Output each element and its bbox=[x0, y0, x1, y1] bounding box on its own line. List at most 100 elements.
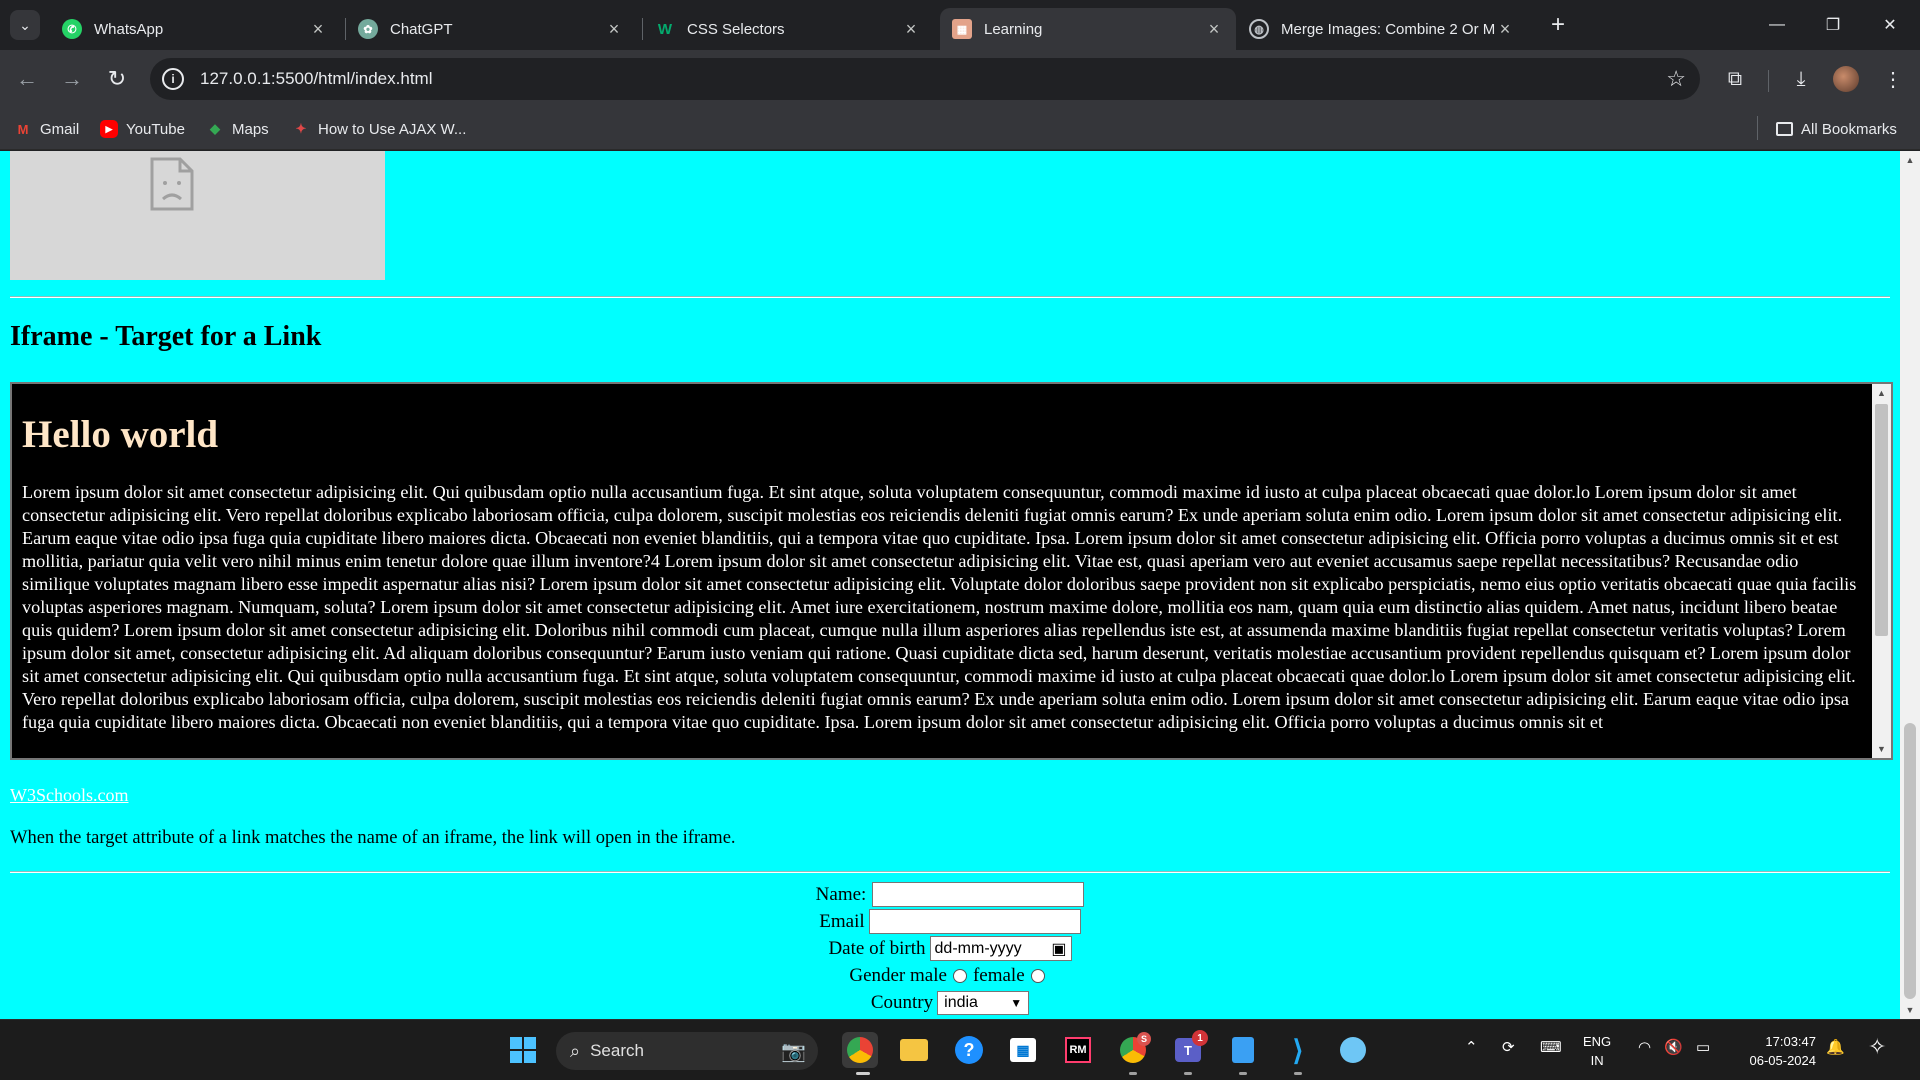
address-bar[interactable]: i 127.0.0.1:5500/html/index.html ☆ bbox=[150, 58, 1700, 100]
iframe-description: When the target attribute of a link matc… bbox=[10, 828, 736, 848]
w3schools-link[interactable]: W3Schools.com bbox=[10, 785, 129, 806]
chevron-down-icon: ⌄ bbox=[19, 16, 31, 33]
taskbar-vscode[interactable]: ⟩ bbox=[1280, 1032, 1316, 1068]
new-tab-button[interactable]: + bbox=[1543, 10, 1573, 40]
tab-learning[interactable]: ▦ Learning × bbox=[940, 8, 1236, 50]
tab-strip: ⌄ ✆ WhatsApp × ✿ ChatGPT × W CSS Selecto… bbox=[0, 0, 1920, 50]
vscode-icon: ⟩ bbox=[1292, 1034, 1304, 1066]
search-highlight-icon: 📷 bbox=[781, 1040, 806, 1063]
iframe-title: Hello world bbox=[22, 413, 219, 456]
arrow-right-icon: → bbox=[61, 66, 83, 91]
iframe-scrollbar[interactable]: ▲ ▼ bbox=[1872, 384, 1891, 758]
page-heading: Iframe - Target for a Link bbox=[10, 321, 322, 352]
name-input[interactable] bbox=[872, 882, 1085, 907]
reload-button[interactable]: ↻ bbox=[100, 62, 134, 96]
minimize-button[interactable]: — bbox=[1757, 8, 1797, 42]
menu-button[interactable]: ⋮ bbox=[1876, 62, 1910, 96]
taskbar-notepad[interactable] bbox=[1225, 1032, 1261, 1068]
page-scrollbar-thumb[interactable] bbox=[1904, 723, 1916, 999]
close-window-button[interactable]: ✕ bbox=[1870, 8, 1910, 42]
taskbar-teams[interactable]: T 1 bbox=[1170, 1030, 1208, 1068]
wifi-icon[interactable]: ◠ bbox=[1638, 1038, 1651, 1056]
bookmark-label: How to Use AJAX W... bbox=[318, 120, 467, 138]
tab-whatsapp[interactable]: ✆ WhatsApp × bbox=[50, 8, 340, 50]
volume-muted-icon[interactable]: 🔇 bbox=[1664, 1038, 1683, 1056]
language-line2: IN bbox=[1590, 1053, 1604, 1068]
search-icon: ⌕ bbox=[570, 1040, 581, 1061]
iframe-scrollbar-thumb[interactable] bbox=[1875, 404, 1888, 636]
taskbar-paint[interactable] bbox=[1335, 1032, 1371, 1068]
bookmark-maps[interactable]: ◆ Maps bbox=[206, 118, 269, 140]
bookmarks-divider bbox=[1757, 116, 1758, 140]
profile-avatar[interactable] bbox=[1833, 66, 1859, 92]
taskbar-file-explorer[interactable] bbox=[896, 1032, 932, 1068]
male-label: male bbox=[910, 964, 947, 986]
bookmark-label: YouTube bbox=[126, 120, 185, 138]
broken-image-placeholder bbox=[10, 151, 385, 280]
taskbar-help[interactable]: ? bbox=[951, 1032, 987, 1068]
scroll-up-icon[interactable]: ▲ bbox=[1872, 384, 1891, 402]
iframe[interactable]: Hello world Lorem ipsum dolor sit amet c… bbox=[10, 382, 1893, 760]
restore-button[interactable]: ❐ bbox=[1813, 8, 1853, 42]
language-line1: ENG bbox=[1583, 1034, 1612, 1049]
url-text[interactable]: 127.0.0.1:5500/html/index.html bbox=[200, 69, 432, 89]
close-icon[interactable]: × bbox=[1495, 19, 1515, 40]
reload-icon: ↻ bbox=[107, 66, 127, 91]
tab-title: ChatGPT bbox=[390, 20, 453, 38]
clock[interactable]: 17:03:47 06-05-2024 bbox=[1730, 1032, 1817, 1070]
start-button[interactable] bbox=[505, 1032, 541, 1068]
star-icon[interactable]: ☆ bbox=[1666, 66, 1686, 92]
country-select[interactable]: india ▼ bbox=[937, 990, 1030, 1015]
bookmark-gmail[interactable]: M Gmail bbox=[14, 118, 80, 140]
running-indicator bbox=[1184, 1072, 1192, 1075]
country-label: Country bbox=[870, 991, 934, 1013]
taskbar-search[interactable]: ⌕ Search 📷 bbox=[556, 1032, 818, 1070]
close-icon[interactable]: × bbox=[604, 19, 624, 40]
close-icon[interactable]: × bbox=[901, 19, 921, 40]
close-icon[interactable]: × bbox=[308, 19, 328, 40]
globe-icon: ◍ bbox=[1249, 19, 1269, 39]
language-indicator[interactable]: ENG IN bbox=[1583, 1032, 1611, 1070]
chevron-up-icon[interactable]: ⌃ bbox=[1465, 1038, 1478, 1056]
scroll-up-icon[interactable]: ▲ bbox=[1900, 151, 1920, 169]
female-radio[interactable] bbox=[1030, 968, 1045, 983]
site-info-icon[interactable]: i bbox=[162, 68, 184, 90]
notification-bell-icon[interactable]: 🔔 bbox=[1826, 1038, 1845, 1056]
page-scrollbar[interactable]: ▲ ▼ bbox=[1900, 151, 1920, 1019]
downloads-button[interactable]: ⤓ bbox=[1784, 62, 1818, 96]
bookmark-youtube[interactable]: ▶ YouTube bbox=[100, 118, 185, 140]
battery-icon[interactable]: ▭ bbox=[1696, 1038, 1710, 1056]
dob-input[interactable]: dd-mm-yyyy ▣ bbox=[929, 936, 1072, 961]
email-row: Email bbox=[0, 908, 1900, 935]
tab-chatgpt[interactable]: ✿ ChatGPT × bbox=[346, 8, 636, 50]
whatsapp-icon: ✆ bbox=[62, 19, 82, 39]
calendar-icon[interactable]: ▣ bbox=[1051, 939, 1066, 959]
scroll-down-icon[interactable]: ▼ bbox=[1872, 740, 1891, 758]
all-bookmarks-button[interactable]: All Bookmarks bbox=[1776, 118, 1897, 140]
male-radio[interactable] bbox=[952, 968, 967, 983]
female-label: female bbox=[972, 964, 1025, 986]
forward-button[interactable]: → bbox=[55, 62, 89, 96]
bookmark-ajax[interactable]: ✦ How to Use AJAX W... bbox=[292, 118, 467, 140]
extensions-button[interactable]: ⧉ bbox=[1718, 62, 1752, 96]
tab-search-button[interactable]: ⌄ bbox=[10, 10, 40, 40]
chrome-icon bbox=[847, 1037, 873, 1063]
taskbar-chrome[interactable] bbox=[842, 1032, 878, 1068]
tab-css-selectors[interactable]: W CSS Selectors × bbox=[643, 8, 933, 50]
clock-date: 06-05-2024 bbox=[1749, 1053, 1817, 1068]
close-icon[interactable]: × bbox=[1204, 19, 1224, 40]
sync-icon[interactable]: ⟳ bbox=[1502, 1038, 1515, 1056]
taskbar-store[interactable]: ▦ bbox=[1005, 1032, 1041, 1068]
running-indicator bbox=[1294, 1072, 1302, 1075]
name-row: Name: bbox=[0, 881, 1900, 908]
keyboard-icon[interactable]: ⌨ bbox=[1540, 1038, 1562, 1056]
taskbar-rubymine[interactable]: RM bbox=[1060, 1032, 1096, 1068]
back-button[interactable]: ← bbox=[10, 62, 44, 96]
taskbar-chrome-profile[interactable]: S bbox=[1115, 1032, 1151, 1068]
windows-icon bbox=[510, 1037, 536, 1063]
scroll-down-icon[interactable]: ▼ bbox=[1900, 1001, 1920, 1019]
tab-merge-images[interactable]: ◍ Merge Images: Combine 2 Or M × bbox=[1237, 8, 1527, 50]
email-input[interactable] bbox=[868, 909, 1081, 934]
teams-badge: 1 bbox=[1192, 1030, 1208, 1046]
copilot-icon[interactable]: ✧ bbox=[1868, 1034, 1886, 1060]
